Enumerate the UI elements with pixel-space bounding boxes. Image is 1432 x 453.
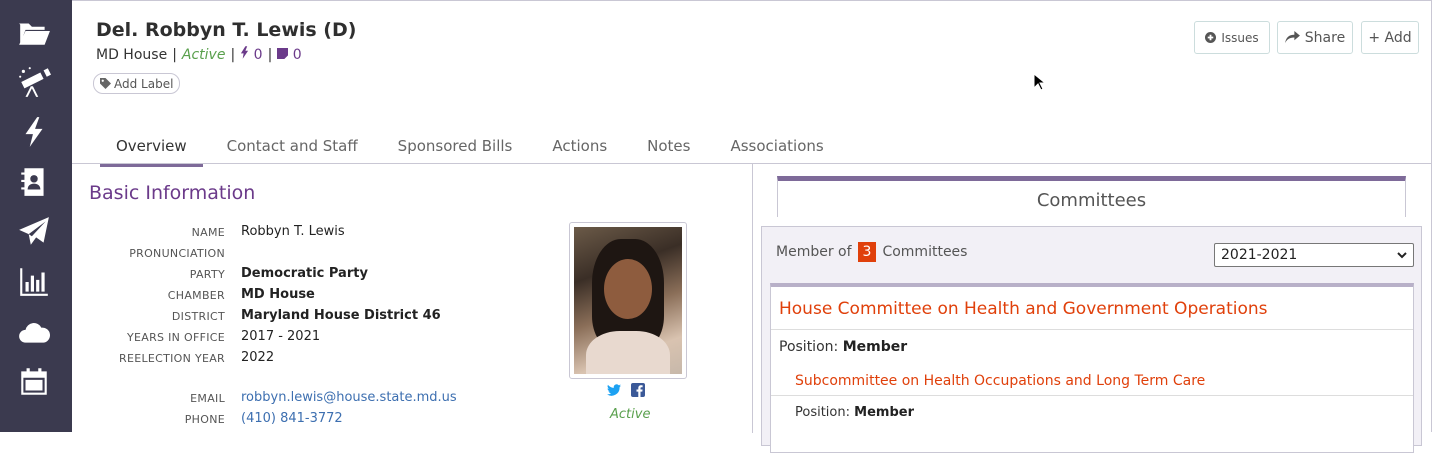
photo-status-text: Active <box>610 407 651 422</box>
member-of-label: Member of <box>776 244 852 260</box>
name-label: NAME <box>191 226 225 239</box>
committee-count-badge: 3 <box>857 242 877 262</box>
status-text: Active <box>181 46 226 63</box>
note-count-value: 0 <box>292 46 302 63</box>
card-separator <box>771 329 1413 330</box>
bolt-icon[interactable] <box>14 112 54 152</box>
telescope-icon[interactable] <box>14 62 54 102</box>
committee-card: House Committee on Health and Government… <box>770 283 1414 453</box>
reelection-label: REELECTION YEAR <box>119 352 225 365</box>
years-value: 2017 - 2021 <box>241 329 321 344</box>
cloud-icon[interactable] <box>14 312 54 352</box>
chevron-down-icon <box>1397 251 1407 258</box>
committees-tab[interactable]: Committees <box>777 176 1406 217</box>
year-select-value: 2021-2021 <box>1221 247 1298 263</box>
district-value: Maryland House District 46 <box>241 308 441 323</box>
add-label-text: Add Label <box>114 76 174 91</box>
share-button[interactable]: Share <box>1277 21 1353 54</box>
mouse-cursor-icon <box>1033 73 1045 91</box>
separator: | <box>267 46 273 63</box>
years-label: YEARS IN OFFICE <box>127 331 225 344</box>
profile-photo-frame <box>569 222 687 379</box>
separator: | <box>230 46 236 63</box>
add-button[interactable]: + Add <box>1361 21 1419 54</box>
add-label-button[interactable]: Add Label <box>93 73 181 94</box>
position-value: Member <box>842 339 908 355</box>
card-separator <box>771 395 1413 396</box>
year-select[interactable]: 2021-2021 <box>1214 243 1414 267</box>
bolt-count-value: 0 <box>253 47 263 63</box>
page-title: Del. Robbyn T. Lewis (D) <box>96 19 357 41</box>
section-title: Basic Information <box>89 182 256 204</box>
add-label: + Add <box>1368 29 1412 46</box>
main-content: Del. Robbyn T. Lewis (D) MD House | Acti… <box>72 0 1432 453</box>
phone-label: PHONE <box>184 413 225 426</box>
note-count[interactable]: 0 <box>277 46 302 63</box>
subcommittee-name-link[interactable]: Subcommittee on Health Occupations and L… <box>795 373 1205 389</box>
phone-link[interactable]: (410) 841-3772 <box>241 411 343 426</box>
legislator-meta: MD House | Active | 0 | 0 <box>96 46 302 63</box>
bolt-icon <box>241 46 249 59</box>
share-icon <box>1284 31 1300 44</box>
issues-label: Issues <box>1221 30 1259 45</box>
party-value: Democratic Party <box>241 266 368 281</box>
tag-icon <box>100 78 111 89</box>
email-link[interactable]: robbyn.lewis@house.state.md.us <box>241 390 457 405</box>
folder-open-icon[interactable] <box>14 12 54 52</box>
reelection-value: 2022 <box>241 350 275 365</box>
committee-name-link[interactable]: House Committee on Health and Government… <box>779 299 1268 319</box>
subcommittee-position: Position: Member <box>795 405 914 420</box>
bar-chart-icon[interactable] <box>14 262 54 302</box>
position-value: Member <box>854 405 914 420</box>
committees-panel: Member of 3 Committees 2021-2021 House C… <box>761 226 1422 453</box>
paper-plane-icon[interactable] <box>14 212 54 252</box>
social-links <box>607 383 645 397</box>
district-label: DISTRICT <box>171 310 225 323</box>
position-label: Position: <box>779 339 839 355</box>
separator: | <box>172 46 177 63</box>
chamber-value: MD House <box>241 287 315 302</box>
name-value: Robbyn T. Lewis <box>241 224 345 239</box>
chamber-label: CHAMBER <box>167 289 225 302</box>
profile-photo <box>574 227 682 374</box>
issues-button[interactable]: Issues <box>1194 21 1270 54</box>
position-label: Position: <box>795 405 850 420</box>
plus-circle-icon <box>1205 32 1217 43</box>
sidebar <box>0 0 72 432</box>
twitter-icon[interactable] <box>607 383 621 397</box>
party-label: PARTY <box>189 268 225 281</box>
member-of-summary: Member of 3 Committees <box>776 242 967 262</box>
email-label: EMAIL <box>190 392 225 405</box>
committee-position: Position: Member <box>779 339 907 355</box>
calendar-icon[interactable] <box>14 362 54 402</box>
note-icon <box>277 47 289 59</box>
address-book-icon[interactable] <box>14 162 54 202</box>
committees-word: Committees <box>882 244 968 260</box>
facebook-icon[interactable] <box>631 383 645 397</box>
bolt-count[interactable]: 0 <box>240 46 263 63</box>
column-divider <box>752 163 753 433</box>
chamber-text: MD House <box>96 46 168 63</box>
share-label: Share <box>1304 29 1346 46</box>
pronunciation-label: PRONUNCIATION <box>129 247 225 260</box>
